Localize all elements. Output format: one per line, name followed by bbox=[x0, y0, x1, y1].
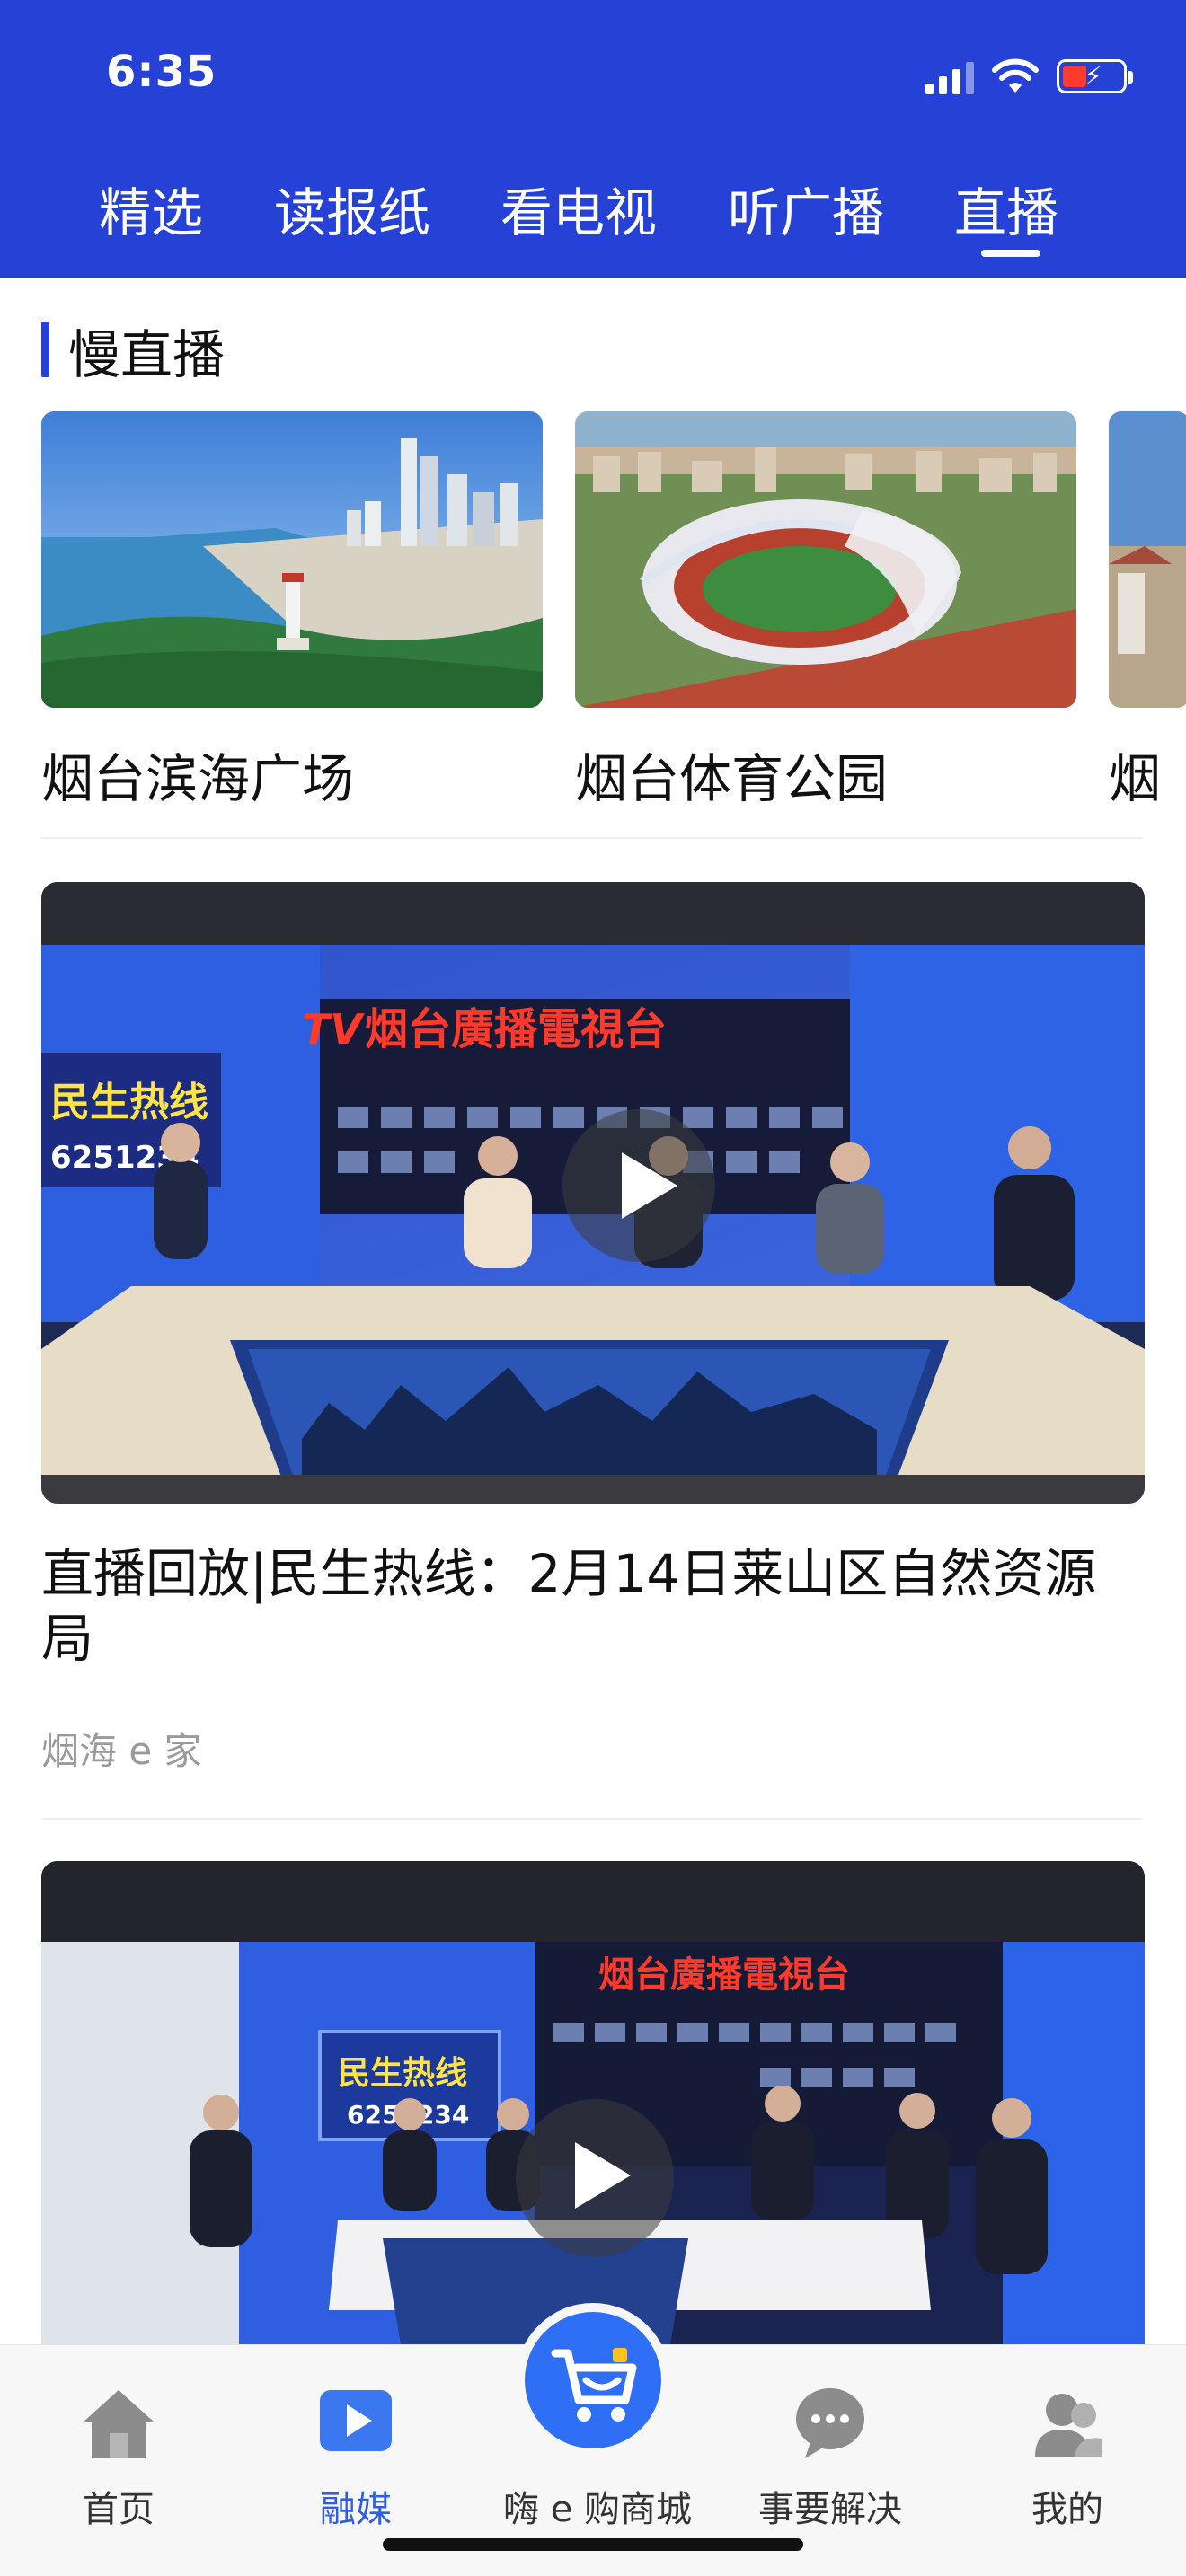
slow-live-card[interactable]: 烟 bbox=[1109, 411, 1186, 807]
home-icon bbox=[83, 2390, 155, 2458]
slow-live-card[interactable]: 烟台体育公园 bbox=[575, 411, 1076, 809]
studio-screen-text: 民生热线 bbox=[338, 2055, 467, 2092]
bottom-tab-label: 首页 bbox=[83, 2489, 155, 2530]
sports-park-thumbnail bbox=[575, 411, 1076, 708]
cellular-signal-icon bbox=[925, 58, 974, 94]
bottom-tab-label: 嗨 e 购商城 bbox=[503, 2489, 693, 2530]
section-title: 慢直播 bbox=[68, 324, 226, 385]
chat-icon bbox=[796, 2388, 864, 2458]
play-icon[interactable] bbox=[516, 2099, 674, 2257]
bottom-tab-label: 事要解决 bbox=[758, 2489, 902, 2530]
section-accent-bar bbox=[41, 322, 49, 377]
studio-logo-text: 烟台廣播電視台 bbox=[598, 1954, 850, 1996]
video-source: 烟海 e 家 bbox=[41, 1729, 202, 1773]
home-indicator bbox=[383, 2538, 803, 2551]
studio-screen-text: 民生热线 bbox=[50, 1080, 208, 1125]
tab-tv[interactable]: 看电视 bbox=[500, 171, 657, 246]
divider bbox=[41, 1818, 1143, 1820]
slow-live-card[interactable]: 烟台滨海广场 bbox=[41, 411, 543, 809]
app-header: 6:35 ⚡ 精选 读报纸 看电视 听广播 直播 bbox=[0, 0, 1186, 278]
seaside-square-thumbnail bbox=[41, 411, 543, 708]
play-icon bbox=[320, 2390, 392, 2451]
battery-icon: ⚡ bbox=[1057, 59, 1133, 93]
bottom-tab-home[interactable]: 首页 bbox=[29, 2345, 208, 2576]
tab-radio[interactable]: 听广播 bbox=[728, 171, 884, 246]
studio-logo-text: 烟台廣播電視台 bbox=[365, 1004, 667, 1054]
wifi-icon bbox=[992, 58, 1039, 93]
user-icon bbox=[1035, 2394, 1102, 2457]
bottom-tab-me[interactable]: 我的 bbox=[978, 2345, 1157, 2576]
slow-live-caption: 烟台体育公园 bbox=[575, 748, 889, 809]
bottom-tab-label: 我的 bbox=[1031, 2489, 1103, 2530]
svg-text:TV: TV bbox=[302, 1005, 365, 1054]
cart-icon bbox=[551, 2348, 637, 2422]
slow-live-caption: 烟 bbox=[1109, 748, 1162, 807]
shop-center-button[interactable] bbox=[525, 2312, 661, 2448]
tab-live[interactable]: 直播 bbox=[954, 171, 1058, 246]
bottom-tab-label: 融媒 bbox=[320, 2489, 392, 2530]
status-time: 6:35 bbox=[106, 47, 217, 97]
status-icons: ⚡ bbox=[925, 54, 1133, 99]
video-thumbnail[interactable]: 烟台廣播電視台 TV 民生热线 6251234 bbox=[41, 882, 1145, 1504]
slow-live-caption: 烟台滨海广场 bbox=[41, 748, 355, 809]
partial-thumbnail bbox=[1109, 411, 1186, 708]
active-tab-indicator bbox=[981, 250, 1040, 257]
video-thumbnail[interactable]: 烟台廣播電視台 民生热线 6251234 bbox=[41, 1861, 1145, 2344]
divider bbox=[41, 837, 1143, 839]
video-title[interactable]: 直播回放|民生热线：2月14日莱山区自然资源局 bbox=[41, 1541, 1145, 1671]
tab-featured[interactable]: 精选 bbox=[99, 171, 203, 246]
play-icon[interactable] bbox=[562, 1109, 715, 1262]
tab-newspaper[interactable]: 读报纸 bbox=[274, 171, 430, 246]
top-tab-bar: 精选 读报纸 看电视 听广播 直播 bbox=[0, 171, 1186, 257]
